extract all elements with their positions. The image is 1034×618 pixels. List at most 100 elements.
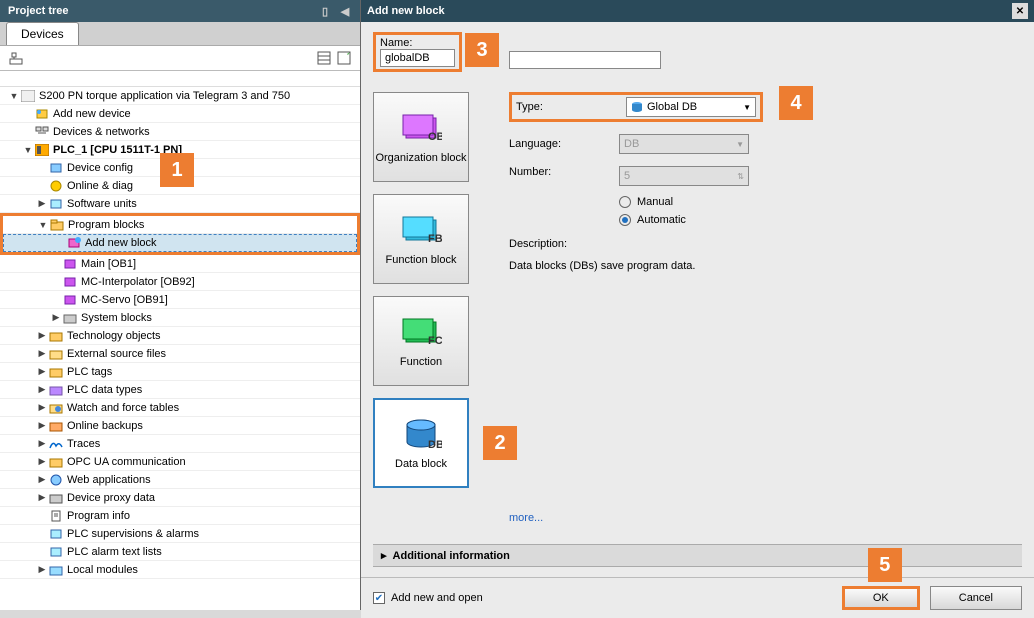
radio-manual[interactable]: Manual	[619, 196, 749, 208]
svg-text:FB: FB	[428, 233, 442, 245]
block-type-db[interactable]: DB Data block	[373, 398, 469, 488]
project-tree-panel: Project tree ▯ ◀ Devices ▼ S	[0, 0, 361, 610]
plc-icon	[34, 143, 50, 157]
program-blocks-icon	[49, 218, 65, 232]
chevron-right-icon[interactable]: ▶	[36, 456, 48, 467]
description-label: Description:	[509, 238, 1022, 250]
tree-software-units[interactable]: ▶ Software units	[0, 195, 360, 213]
tree-root[interactable]: ▼ S200 PN torque application via Telegra…	[0, 87, 360, 105]
tree-traces[interactable]: ▶ Traces	[0, 435, 360, 453]
block-type-fb[interactable]: FB Function block	[373, 194, 469, 284]
list-view-icon[interactable]	[316, 50, 332, 66]
plc-data-types-icon	[48, 383, 64, 397]
number-input: 5 ⇅	[619, 166, 749, 186]
fc-block-icon: FC	[400, 314, 442, 350]
tree-add-device[interactable]: Add new device	[0, 105, 360, 123]
tree-system-blocks[interactable]: ▶ System blocks	[0, 309, 360, 327]
project-icon	[20, 89, 36, 103]
plc-supervisions-icon	[48, 527, 64, 541]
project-tree[interactable]: ▼ S200 PN torque application via Telegra…	[0, 71, 360, 610]
network-view-icon[interactable]	[8, 50, 24, 66]
chevron-right-icon[interactable]: ▶	[36, 474, 48, 485]
tree-local-modules[interactable]: ▶ Local modules	[0, 561, 360, 579]
chevron-right-icon[interactable]: ▶	[36, 330, 48, 341]
db-icon	[631, 101, 643, 113]
ob-block-icon: OB	[400, 110, 442, 146]
chevron-right-icon[interactable]: ▶	[36, 492, 48, 503]
tree-device-proxy[interactable]: ▶ Device proxy data	[0, 489, 360, 507]
number-label: Number:	[509, 166, 609, 178]
tree-main-ob1[interactable]: Main [OB1]	[0, 255, 360, 273]
chevron-right-icon[interactable]: ▶	[36, 438, 48, 449]
callout-5: 5	[868, 548, 902, 582]
dialog-header: Add new block ✕	[361, 0, 1034, 22]
radio-automatic[interactable]: Automatic	[619, 214, 749, 226]
project-tree-title: Project tree	[8, 5, 69, 17]
chevron-down-icon: ▼	[743, 103, 751, 112]
stepper-icon: ⇅	[737, 172, 744, 181]
chevron-right-icon[interactable]: ▶	[36, 366, 48, 377]
chevron-right-icon[interactable]: ▶	[36, 564, 48, 575]
tree-mc-servo[interactable]: MC-Servo [OB91]	[0, 291, 360, 309]
tree-watch-force[interactable]: ▶ Watch and force tables	[0, 399, 360, 417]
tree-external-source[interactable]: ▶ External source files	[0, 345, 360, 363]
online-backups-icon	[48, 419, 64, 433]
type-select[interactable]: Global DB ▼	[626, 97, 756, 117]
tree-plc-supervisions[interactable]: PLC supervisions & alarms	[0, 525, 360, 543]
chevron-right-icon[interactable]: ▶	[36, 198, 48, 209]
chevron-down-icon[interactable]: ▼	[37, 220, 49, 230]
radio-icon	[619, 214, 631, 226]
db-block-icon: DB	[400, 416, 442, 452]
chevron-down-icon[interactable]: ▼	[22, 145, 34, 155]
devices-networks-icon	[34, 125, 50, 139]
tree-online-backups[interactable]: ▶ Online backups	[0, 417, 360, 435]
chevron-right-icon[interactable]: ▶	[36, 384, 48, 395]
device-proxy-icon	[48, 491, 64, 505]
tab-bar: Devices	[0, 22, 360, 46]
chevron-down-icon[interactable]: ▼	[8, 91, 20, 101]
callout-1: 1	[160, 153, 194, 187]
expand-icon[interactable]	[336, 50, 352, 66]
ob-icon	[62, 275, 78, 289]
chevron-right-icon[interactable]: ▶	[36, 402, 48, 413]
tree-mc-interpolator[interactable]: MC-Interpolator [OB92]	[0, 273, 360, 291]
tree-plc-data-types[interactable]: ▶ PLC data types	[0, 381, 360, 399]
dialog-title: Add new block	[367, 5, 445, 17]
chevron-right-icon[interactable]: ▶	[50, 312, 62, 323]
tab-devices[interactable]: Devices	[6, 22, 79, 45]
chevron-right-icon: ▸	[381, 549, 387, 562]
tree-program-blocks[interactable]: ▼ Program blocks	[3, 216, 357, 234]
block-type-list: OB Organization block FB Function block …	[373, 92, 469, 524]
block-type-fc[interactable]: FC Function	[373, 296, 469, 386]
add-new-open-checkbox[interactable]: ✔ Add new and open	[373, 592, 483, 604]
external-source-icon	[48, 347, 64, 361]
tree-web-apps[interactable]: ▶ Web applications	[0, 471, 360, 489]
additional-information-section[interactable]: ▸ Additional information	[373, 544, 1022, 567]
ok-button[interactable]: OK	[842, 586, 920, 610]
callout-2: 2	[483, 426, 517, 460]
tree-plc-tags[interactable]: ▶ PLC tags	[0, 363, 360, 381]
block-type-ob[interactable]: OB Organization block	[373, 92, 469, 182]
description-text: Data blocks (DBs) save program data.	[509, 260, 695, 272]
tree-devices-networks[interactable]: Devices & networks	[0, 123, 360, 141]
chevron-right-icon[interactable]: ▶	[36, 348, 48, 359]
block-properties: Type: Global DB ▼ 4	[489, 92, 1022, 524]
more-link[interactable]: more...	[509, 512, 1022, 524]
traces-icon	[48, 437, 64, 451]
tree-plc-alarm-text[interactable]: PLC alarm text lists	[0, 543, 360, 561]
close-icon[interactable]: ✕	[1012, 3, 1028, 19]
tree-tech-objects[interactable]: ▶ Technology objects	[0, 327, 360, 345]
tree-program-info[interactable]: Program info	[0, 507, 360, 525]
watch-force-icon	[48, 401, 64, 415]
name-input-extended[interactable]	[509, 51, 661, 69]
tree-opc-ua[interactable]: ▶ OPC UA communication	[0, 453, 360, 471]
tree-add-new-block[interactable]: Add new block	[3, 234, 357, 252]
callout-3: 3	[465, 33, 499, 67]
name-input[interactable]	[380, 49, 455, 67]
type-label: Type:	[516, 101, 616, 113]
chevron-right-icon[interactable]: ▶	[36, 420, 48, 431]
cancel-button[interactable]: Cancel	[930, 586, 1022, 610]
pin-icon[interactable]: ▯	[318, 4, 332, 18]
language-select: DB ▼	[619, 134, 749, 154]
collapse-icon[interactable]: ◀	[338, 4, 352, 18]
